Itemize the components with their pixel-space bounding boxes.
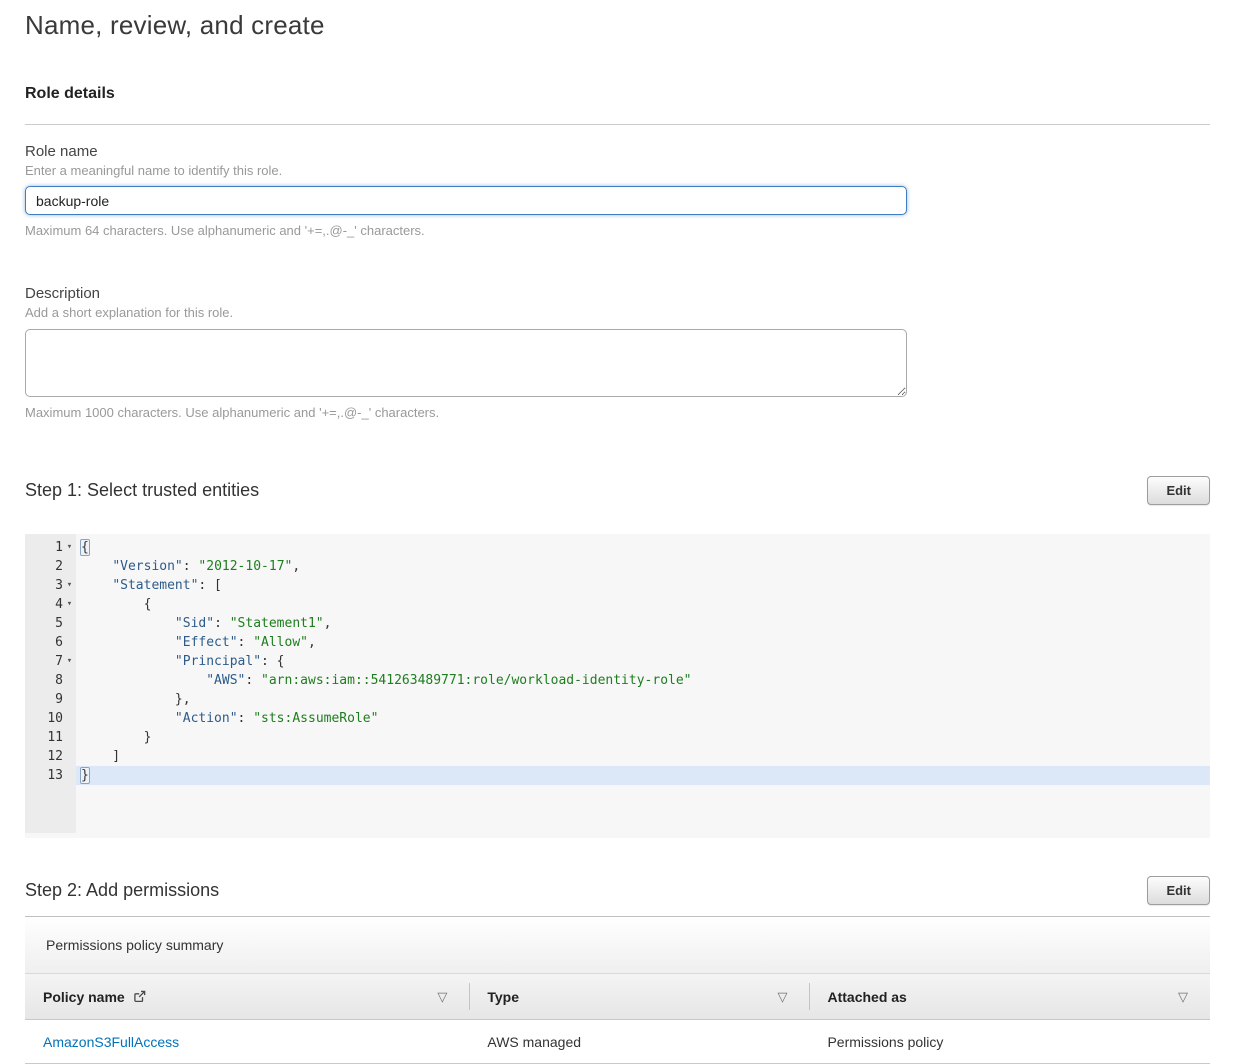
step1-edit-button[interactable]: Edit xyxy=(1147,476,1210,505)
line-number: 8 xyxy=(25,671,76,690)
fold-caret-icon[interactable]: ▾ xyxy=(63,538,76,557)
permissions-panel-title: Permissions policy summary xyxy=(25,917,1210,973)
permissions-panel: Permissions policy summary Policy name▽T… xyxy=(25,916,1210,1064)
fold-caret-icon[interactable]: ▾ xyxy=(63,595,76,614)
policy-name-cell: AmazonS3FullAccess xyxy=(25,1020,469,1063)
column-header-label: Attached as xyxy=(827,989,906,1005)
policy-name-link[interactable]: AmazonS3FullAccess xyxy=(43,1034,179,1050)
sort-filter-icon[interactable]: ▽ xyxy=(1178,990,1192,1003)
fold-caret-placeholder xyxy=(63,728,76,747)
column-header-label: Type xyxy=(487,989,519,1005)
section-divider xyxy=(25,124,1210,125)
column-divider xyxy=(469,983,470,1010)
code-line-5[interactable]: 5 "Sid": "Statement1", xyxy=(25,614,1210,633)
table-row: AmazonS3FullAccess AWS managedPermissions… xyxy=(25,1020,1210,1064)
code-line-3[interactable]: 3▾ "Statement": [ xyxy=(25,576,1210,595)
policy-type-cell: AWS managed xyxy=(469,1020,809,1063)
description-help: Add a short explanation for this role. xyxy=(25,305,1210,320)
role-name-field: Role name Enter a meaningful name to ide… xyxy=(25,143,1210,238)
role-name-help: Enter a meaningful name to identify this… xyxy=(25,163,1210,178)
code-text: ] xyxy=(76,747,1210,766)
column-header-policy-name[interactable]: Policy name ▽ xyxy=(25,974,469,1019)
fold-caret-placeholder xyxy=(63,766,76,785)
role-name-constraint: Maximum 64 characters. Use alphanumeric … xyxy=(25,223,1210,238)
permissions-table-header: Policy name ▽ Type ▽ Attached as ▽ xyxy=(25,973,1210,1020)
line-number: 10 xyxy=(25,709,76,728)
description-label: Description xyxy=(25,285,1210,302)
attached-as-cell: Permissions policy xyxy=(809,1020,1210,1063)
step1-heading: Step 1: Select trusted entities xyxy=(25,480,259,501)
code-text: "Sid": "Statement1", xyxy=(76,614,1210,633)
code-text: { xyxy=(76,595,1210,614)
code-text: }, xyxy=(76,690,1210,709)
sort-filter-icon[interactable]: ▽ xyxy=(777,990,791,1003)
trust-policy-editor[interactable]: 1▾{2 "Version": "2012-10-17",3▾ "Stateme… xyxy=(25,534,1210,838)
fold-caret-placeholder xyxy=(63,747,76,766)
fold-caret-placeholder xyxy=(63,614,76,633)
code-text: "Principal": { xyxy=(76,652,1210,671)
code-line-12[interactable]: 12 ] xyxy=(25,747,1210,766)
fold-caret-icon[interactable]: ▾ xyxy=(63,576,76,595)
role-name-input[interactable] xyxy=(25,186,907,215)
step2-edit-button[interactable]: Edit xyxy=(1147,876,1210,905)
page-title: Name, review, and create xyxy=(25,10,1210,41)
column-header-type[interactable]: Type ▽ xyxy=(469,974,809,1019)
code-line-9[interactable]: 9 }, xyxy=(25,690,1210,709)
fold-caret-placeholder xyxy=(63,690,76,709)
code-text: "Version": "2012-10-17", xyxy=(76,557,1210,576)
step2-header-row: Step 2: Add permissions Edit xyxy=(25,876,1210,905)
line-number: 3▾ xyxy=(25,576,76,595)
code-line-8[interactable]: 8 "AWS": "arn:aws:iam::541263489771:role… xyxy=(25,671,1210,690)
line-number: 5 xyxy=(25,614,76,633)
role-name-label: Role name xyxy=(25,143,1210,160)
step1-header-row: Step 1: Select trusted entities Edit xyxy=(25,476,1210,505)
code-line-13[interactable]: 13} xyxy=(25,766,1210,785)
line-number: 2 xyxy=(25,557,76,576)
code-text: "Effect": "Allow", xyxy=(76,633,1210,652)
column-divider xyxy=(809,983,810,1010)
external-link-icon xyxy=(132,989,147,1004)
code-text: "Action": "sts:AssumeRole" xyxy=(76,709,1210,728)
code-line-4[interactable]: 4▾ { xyxy=(25,595,1210,614)
fold-caret-placeholder xyxy=(63,557,76,576)
code-text: "Statement": [ xyxy=(76,576,1210,595)
code-line-2[interactable]: 2 "Version": "2012-10-17", xyxy=(25,557,1210,576)
permissions-table-body: AmazonS3FullAccess AWS managedPermissions… xyxy=(25,1020,1210,1064)
role-details-heading: Role details xyxy=(25,85,1210,103)
line-number: 11 xyxy=(25,728,76,747)
step2-heading: Step 2: Add permissions xyxy=(25,880,219,901)
code-text: { xyxy=(76,538,1210,557)
fold-caret-placeholder xyxy=(63,709,76,728)
code-text: } xyxy=(76,766,1210,785)
code-line-1[interactable]: 1▾{ xyxy=(25,538,1210,557)
column-header-label: Policy name xyxy=(43,989,125,1005)
description-constraint: Maximum 1000 characters. Use alphanumeri… xyxy=(25,405,1210,420)
line-number: 7▾ xyxy=(25,652,76,671)
description-input[interactable] xyxy=(25,329,907,397)
line-number: 4▾ xyxy=(25,595,76,614)
fold-caret-placeholder xyxy=(63,671,76,690)
sort-filter-icon[interactable]: ▽ xyxy=(437,990,451,1003)
code-line-11[interactable]: 11 } xyxy=(25,728,1210,747)
code-lines: 1▾{2 "Version": "2012-10-17",3▾ "Stateme… xyxy=(25,534,1210,785)
code-line-6[interactable]: 6 "Effect": "Allow", xyxy=(25,633,1210,652)
line-number: 12 xyxy=(25,747,76,766)
code-line-10[interactable]: 10 "Action": "sts:AssumeRole" xyxy=(25,709,1210,728)
fold-caret-placeholder xyxy=(63,633,76,652)
description-field: Description Add a short explanation for … xyxy=(25,285,1210,420)
line-number: 13 xyxy=(25,766,76,785)
column-header-attached-as[interactable]: Attached as ▽ xyxy=(809,974,1210,1019)
fold-caret-icon[interactable]: ▾ xyxy=(63,652,76,671)
code-text: } xyxy=(76,728,1210,747)
line-number: 9 xyxy=(25,690,76,709)
page: Name, review, and create Role details Ro… xyxy=(0,0,1242,1064)
code-line-7[interactable]: 7▾ "Principal": { xyxy=(25,652,1210,671)
line-number: 1▾ xyxy=(25,538,76,557)
line-number: 6 xyxy=(25,633,76,652)
code-text: "AWS": "arn:aws:iam::541263489771:role/w… xyxy=(76,671,1210,690)
